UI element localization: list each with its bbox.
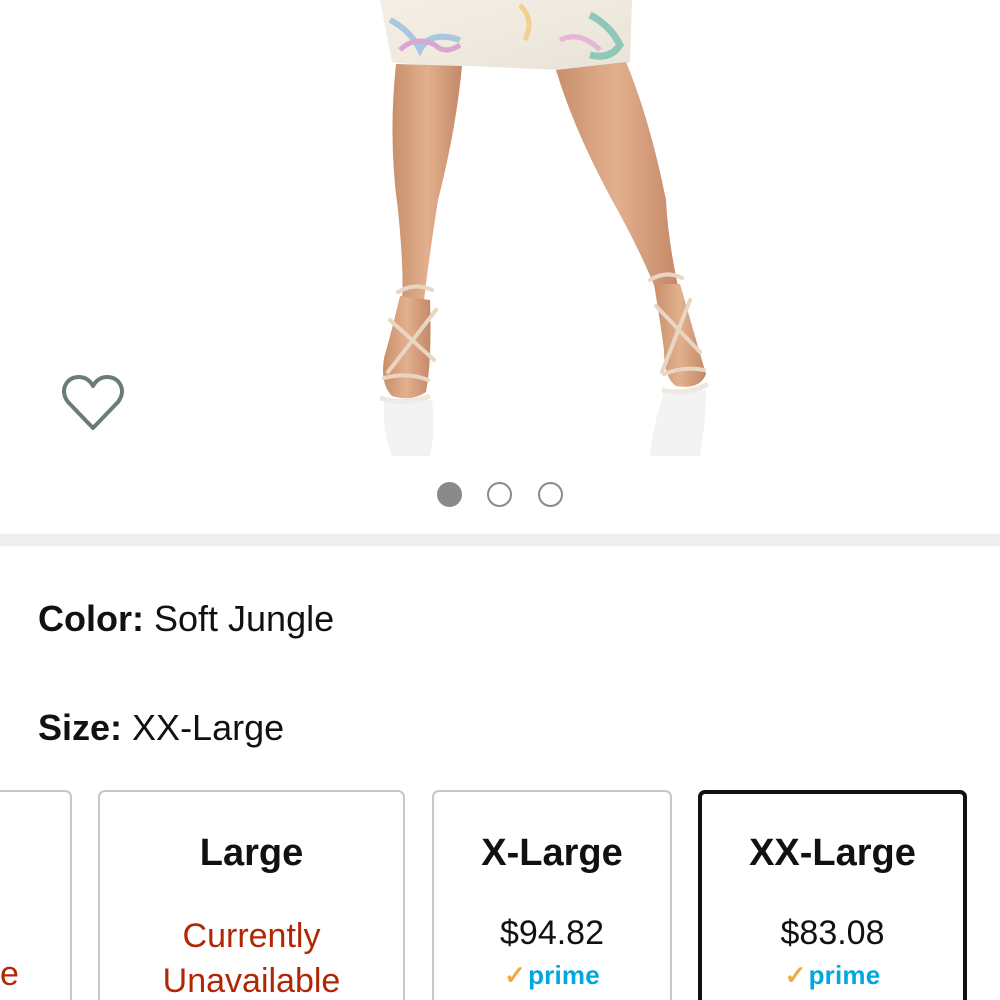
- product-page: Color: Soft Jungle Size: XX-Large e Larg…: [0, 0, 1000, 1000]
- size-tile-large[interactable]: Large Currently Unavailable: [98, 790, 405, 1000]
- color-variation: Color: Soft Jungle: [38, 598, 334, 640]
- carousel-dots: [0, 482, 1000, 508]
- carousel-dot-3[interactable]: [538, 482, 563, 507]
- color-value: Soft Jungle: [154, 598, 335, 639]
- size-price: $94.82: [500, 914, 604, 952]
- prime-label: prime: [808, 960, 881, 990]
- availability-line-1: Currently: [182, 917, 321, 955]
- product-image-carousel[interactable]: [0, 0, 1000, 535]
- carousel-dot-1[interactable]: [437, 482, 462, 507]
- prime-badge: ✓prime: [434, 960, 670, 991]
- size-tile-partial-status: e: [0, 955, 19, 993]
- color-label: Color:: [38, 598, 144, 639]
- size-tile-xx-large[interactable]: XX-Large $83.08 ✓prime: [698, 790, 967, 1000]
- product-image[interactable]: [330, 0, 730, 462]
- prime-badge: ✓prime: [702, 960, 963, 991]
- heart-outline-icon[interactable]: [60, 372, 126, 434]
- availability-line-2: Unavailable: [162, 962, 341, 1000]
- prime-label: prime: [528, 960, 600, 990]
- prime-check-icon: ✓: [784, 960, 807, 990]
- availability-status: Currently Unavailable: [100, 914, 403, 1000]
- carousel-dot-2[interactable]: [487, 482, 512, 507]
- section-divider: [0, 534, 1000, 546]
- size-name: Large: [199, 832, 304, 874]
- size-tile-x-large[interactable]: X-Large $94.82 ✓prime: [432, 790, 672, 1000]
- size-label: Size:: [38, 707, 123, 748]
- size-name: XX-Large: [749, 832, 916, 874]
- size-value: XX-Large: [132, 707, 285, 748]
- prime-check-icon: ✓: [504, 960, 527, 990]
- size-name: X-Large: [481, 832, 623, 874]
- size-price: $83.08: [780, 914, 885, 952]
- size-variation: Size: XX-Large: [38, 707, 284, 749]
